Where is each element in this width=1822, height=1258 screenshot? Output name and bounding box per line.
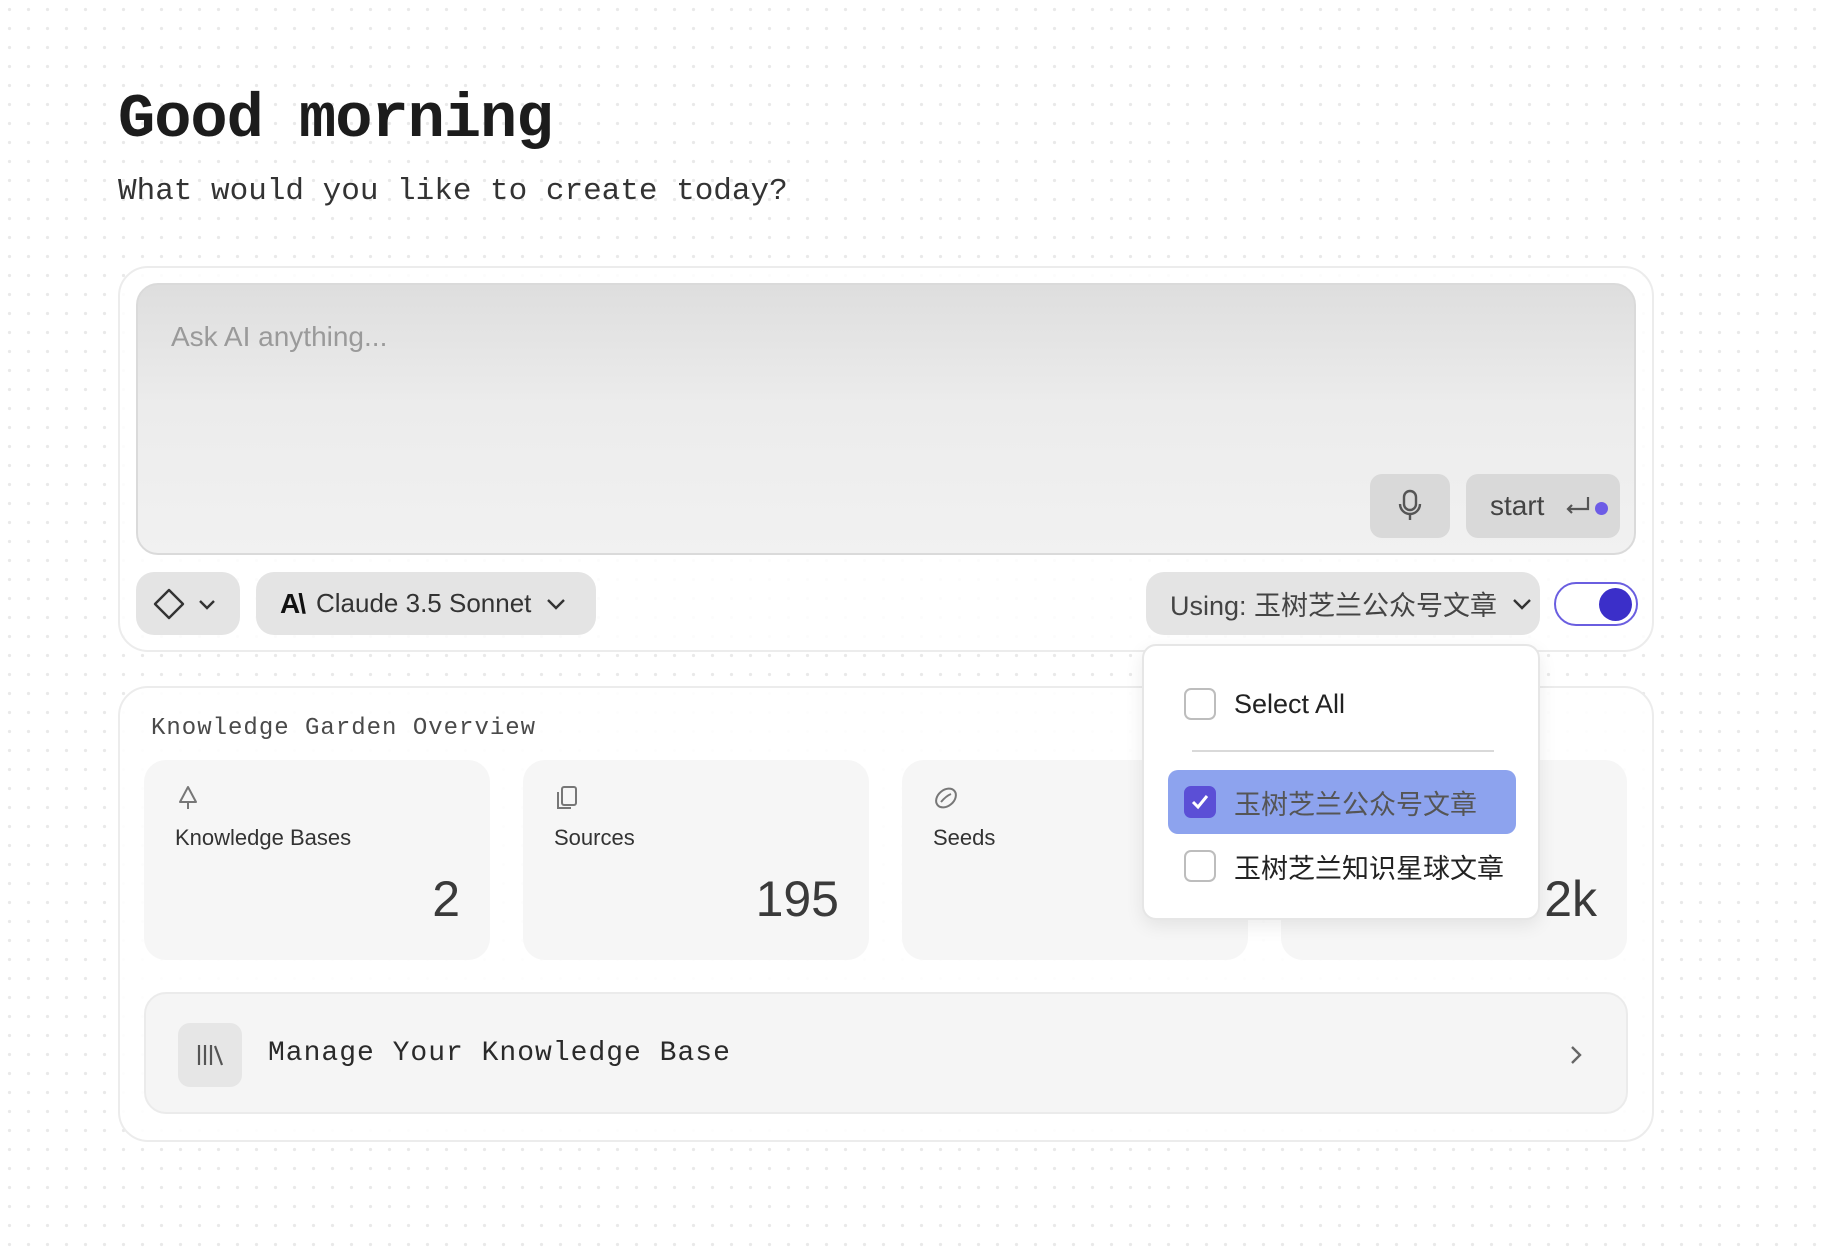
tree-icon: [179, 786, 197, 809]
knowledge-base-dropdown: Select All 玉树芝兰公众号文章 玉树芝兰知识星球文章: [1142, 644, 1540, 920]
select-all-label: Select All: [1234, 688, 1346, 719]
start-button[interactable]: start: [1466, 474, 1620, 538]
microphone-icon: [1398, 489, 1422, 520]
knowledge-base-toggle[interactable]: [1554, 582, 1638, 626]
documents-icon: [557, 786, 577, 809]
stat-value: 2k: [1544, 871, 1597, 927]
kb-option-1[interactable]: 玉树芝兰公众号文章: [1168, 770, 1516, 834]
knowledge-base-selector-label: Using: 玉树芝兰公众号文章: [1170, 591, 1498, 621]
stat-value: 195: [755, 871, 839, 927]
chevron-down-icon: [547, 598, 566, 610]
stat-card-sources[interactable]: Sources 195: [523, 760, 869, 960]
anthropic-logo-icon: A\: [280, 587, 306, 619]
home-page: Good morning What would you like to crea…: [0, 0, 1822, 1258]
checkbox-unchecked[interactable]: [1184, 688, 1216, 720]
stat-label: Seeds: [933, 825, 996, 850]
checkbox-unchecked[interactable]: [1184, 850, 1216, 882]
stat-value: 2: [432, 871, 460, 927]
kb-option-2[interactable]: 玉树芝兰知识星球文章: [1168, 834, 1516, 898]
seed-icon: [935, 787, 957, 809]
mode-selector[interactable]: [136, 572, 240, 635]
kb-option-label: 玉树芝兰知识星球文章: [1234, 853, 1504, 884]
model-selector[interactable]: A\ Claude 3.5 Sonnet: [256, 572, 596, 635]
select-all-option[interactable]: Select All: [1168, 672, 1516, 736]
stat-label: Sources: [554, 825, 635, 850]
dropdown-divider: [1192, 750, 1494, 752]
manage-knowledge-base-label: Manage Your Knowledge Base: [268, 1038, 731, 1069]
microphone-button[interactable]: [1370, 474, 1450, 538]
chevron-right-icon: [1571, 1046, 1582, 1064]
enter-key-icon: [1562, 491, 1592, 521]
knowledge-base-selector[interactable]: Using: 玉树芝兰公众号文章: [1146, 572, 1540, 635]
checkbox-checked[interactable]: [1184, 786, 1216, 818]
start-button-label: start: [1490, 490, 1545, 521]
kb-option-label: 玉树芝兰公众号文章: [1234, 789, 1477, 820]
greeting-title: Good morning: [118, 84, 553, 155]
stat-card-knowledge-bases[interactable]: Knowledge Bases 2: [144, 760, 490, 960]
prompt-placeholder: Ask AI anything...: [171, 321, 388, 352]
overview-title: Knowledge Garden Overview: [151, 715, 537, 742]
checkmark-icon: [1191, 795, 1209, 810]
status-dot: [1595, 502, 1608, 515]
manage-knowledge-base-button[interactable]: Manage Your Knowledge Base: [144, 992, 1628, 1114]
chevron-down-icon: [1513, 598, 1531, 610]
chevron-down-icon: [199, 599, 215, 610]
library-icon: [178, 1023, 242, 1087]
toggle-knob: [1599, 588, 1632, 621]
diamond-icon: [153, 588, 185, 619]
greeting-subtitle: What would you like to create today?: [118, 174, 788, 209]
stat-label: Knowledge Bases: [175, 825, 352, 850]
model-selector-label: Claude 3.5 Sonnet: [316, 588, 532, 618]
prompt-input[interactable]: Ask AI anything... start: [136, 283, 1636, 555]
